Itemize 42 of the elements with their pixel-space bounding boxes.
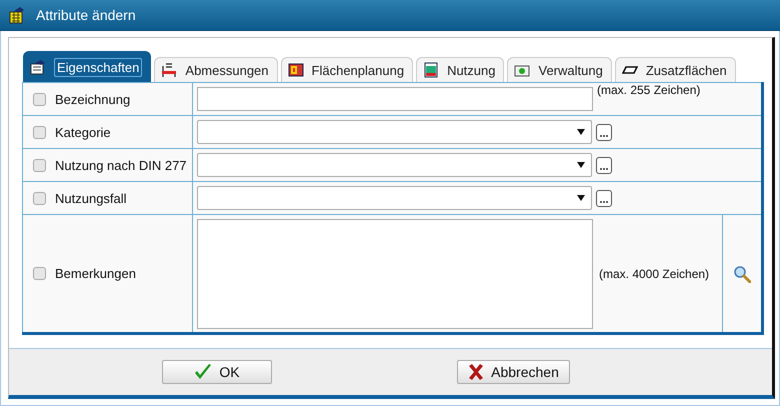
field-label: Kategorie xyxy=(55,124,111,140)
text-field[interactable] xyxy=(197,87,593,111)
caret-icon xyxy=(577,195,585,201)
tab[interactable]: Zusatzflächen xyxy=(614,57,736,82)
field-label: Nutzung nach DIN 277 xyxy=(55,158,187,172)
ruler-icon xyxy=(161,62,178,78)
dropdown-field[interactable] xyxy=(197,120,592,144)
field-label: Bemerkungen xyxy=(55,266,136,281)
caret-icon xyxy=(577,162,585,168)
checkbox[interactable] xyxy=(33,92,46,106)
field-label: Bezeichnung xyxy=(55,92,130,106)
tab[interactable]: Abmessungen xyxy=(154,57,278,82)
search-icon[interactable] xyxy=(733,264,751,282)
ellipsis-icon xyxy=(599,166,609,170)
field-label: Nutzungsfall xyxy=(55,190,127,206)
floor-plan-icon xyxy=(288,62,304,78)
building-icon xyxy=(8,6,26,24)
cross-icon xyxy=(467,363,486,381)
ellipsis-icon xyxy=(599,134,609,138)
image-icon xyxy=(423,62,440,78)
document-icon xyxy=(30,59,46,75)
ellipsis-icon xyxy=(599,200,609,204)
caret-icon xyxy=(577,129,585,135)
tab[interactable]: Eigenschaften xyxy=(23,51,152,82)
dropdown-field[interactable] xyxy=(197,153,592,177)
hint-text: (max. 4000 Zeichen) xyxy=(599,266,710,280)
checkbox[interactable] xyxy=(33,158,46,172)
checkbox[interactable] xyxy=(33,267,46,280)
cancel-button[interactable]: Abbrechen xyxy=(456,360,570,384)
checkmark-icon xyxy=(193,363,214,381)
ellipsis-button[interactable] xyxy=(596,156,612,174)
dropdown-field[interactable] xyxy=(197,186,592,210)
tab[interactable]: Nutzung xyxy=(416,57,504,82)
checkbox[interactable] xyxy=(33,126,46,138)
tab[interactable]: Verwaltung xyxy=(507,57,612,82)
hint-text: (max. 255 Zeichen) xyxy=(597,83,700,97)
checkbox[interactable] xyxy=(33,192,46,204)
tab[interactable]: Flächenplanung xyxy=(280,57,414,82)
ok-button[interactable]: OK xyxy=(162,360,272,384)
window-title: Attribute ändern xyxy=(36,7,136,23)
ellipsis-button[interactable] xyxy=(596,124,612,140)
ellipsis-button[interactable] xyxy=(596,190,612,206)
